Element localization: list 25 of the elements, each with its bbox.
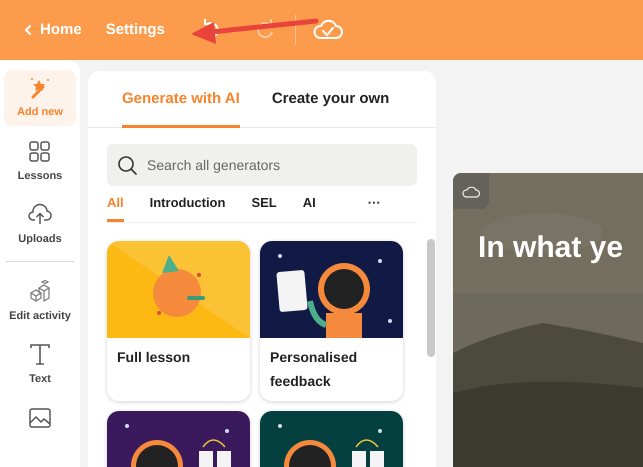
filter-tab[interactable]: SEL [251,192,277,222]
cloud-button[interactable] [453,173,489,209]
slide-title: In what ye [478,230,624,266]
cloud-upload-icon [28,203,52,227]
grid-icon [28,140,52,164]
sidebar-item[interactable]: Lessons [4,134,76,189]
sidebar-item[interactable]: Text [4,337,76,392]
search-field[interactable]: Search all generators [107,144,417,186]
card-title: Full lesson [116,348,192,367]
generator-card[interactable]: Full lesson [107,241,250,401]
cubes-icon [28,280,52,304]
filter-tab[interactable]: Introduction [150,192,226,222]
tab[interactable]: Create your own [272,71,390,128]
card-title: Personalised feedback [269,348,358,391]
sidebar-item[interactable]: Edit activity [4,274,76,329]
magic-wand-icon [28,76,52,100]
search-icon [117,155,137,175]
filter-tab[interactable]: AI [302,192,316,222]
filter-tab[interactable]: ··· [368,192,381,222]
image-icon [28,406,52,430]
back-icon [24,25,32,35]
generator-card[interactable]: Personalised feedback [260,241,403,401]
text-icon [28,343,52,367]
scrollbar[interactable] [427,239,435,357]
sidebar-item[interactable]: Uploads [4,197,76,252]
